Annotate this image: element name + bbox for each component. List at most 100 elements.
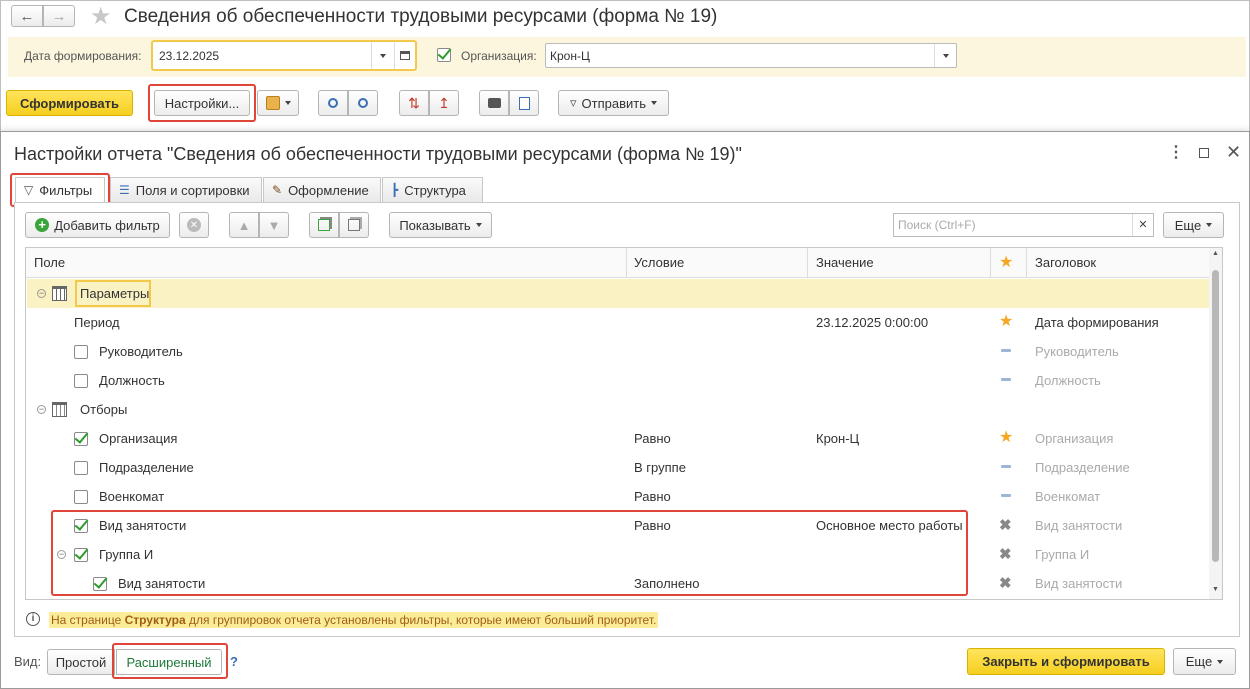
organization-dropdown-button[interactable]	[934, 44, 956, 67]
table-scrollbar[interactable]: ▲ ▼	[1209, 248, 1222, 599]
row-value: 23.12.2025 0:00:00	[816, 315, 929, 330]
add-circle-icon: +	[35, 218, 50, 232]
dash-icon[interactable]	[1001, 494, 1011, 497]
table-row[interactable]	[27, 482, 1209, 511]
organization-field[interactable]: Крон-Ц	[545, 43, 957, 68]
row-checkbox[interactable]	[74, 461, 88, 475]
structure-link[interactable]: Структура	[125, 613, 186, 627]
column-divider	[626, 248, 627, 278]
maximize-icon[interactable]	[1199, 148, 1209, 158]
column-field[interactable]: Поле	[34, 255, 65, 271]
forward-button[interactable]: →	[43, 5, 75, 27]
tab-fields-sorting[interactable]: ☰ Поля и сортировки	[110, 177, 262, 202]
scroll-down-icon[interactable]: ▼	[1212, 586, 1219, 593]
dash-icon[interactable]	[1001, 465, 1011, 468]
column-header[interactable]: Заголовок	[1035, 255, 1096, 271]
dash-icon[interactable]	[1001, 378, 1011, 381]
table-row[interactable]	[27, 424, 1209, 453]
star-icon[interactable]: ★	[999, 430, 1013, 446]
add-filter-button[interactable]: + Добавить фильтр	[25, 212, 170, 238]
table-row-filters-group[interactable]	[27, 395, 1209, 424]
window-title: Сведения об обеспеченности трудовыми рес…	[124, 6, 718, 27]
scrollbar-thumb[interactable]	[1212, 270, 1219, 562]
table-row[interactable]	[27, 453, 1209, 482]
scroll-up-icon[interactable]: ▲	[1212, 250, 1219, 257]
collapse-icon[interactable]: −	[37, 289, 46, 298]
show-button[interactable]: Показывать	[389, 212, 492, 238]
settings-button[interactable]: Настройки...	[154, 90, 250, 116]
close-and-generate-button[interactable]: Закрыть и сформировать	[967, 648, 1165, 675]
variants-button[interactable]	[257, 90, 299, 116]
close-icon[interactable]: ✕	[1226, 142, 1241, 162]
view-extended-button[interactable]: Расширенный	[116, 649, 222, 675]
uncheck-all-button[interactable]	[339, 212, 369, 238]
cross-icon[interactable]: ✖	[999, 547, 1012, 562]
help-icon[interactable]: ?	[230, 654, 238, 670]
collapse-icon[interactable]: −	[37, 405, 46, 414]
row-value: Крон-Ц	[816, 431, 860, 446]
favorite-star-icon[interactable]: ★	[90, 2, 112, 31]
send-icon: ▿	[570, 95, 577, 110]
preview-button[interactable]	[509, 90, 539, 116]
tab-structure-label: Структура	[404, 182, 466, 198]
search-field[interactable]: Поиск (Ctrl+F) ✕	[893, 213, 1154, 237]
generate-button[interactable]: Сформировать	[6, 90, 133, 116]
report-variants-icon	[265, 96, 280, 110]
back-button[interactable]: ←	[11, 5, 43, 27]
collapse-groups-button[interactable]: ↥	[429, 90, 459, 116]
row-checkbox[interactable]	[74, 432, 88, 446]
search-clear-icon[interactable]: ✕	[1132, 214, 1153, 236]
view-simple-button[interactable]: Простой	[47, 649, 115, 675]
table-row[interactable]	[27, 337, 1209, 366]
arrow-right-icon: →	[51, 7, 67, 25]
move-up-button[interactable]: ▲	[229, 212, 259, 238]
date-dropdown-button[interactable]	[371, 42, 393, 69]
tab-filters[interactable]: ▽ Фильтры	[15, 177, 105, 202]
column-value[interactable]: Значение	[816, 255, 874, 271]
find-button[interactable]	[318, 90, 348, 116]
parameters-icon	[52, 286, 67, 301]
send-button[interactable]: ▿ Отправить	[558, 90, 669, 116]
table-row-parameters[interactable]	[27, 279, 1209, 308]
star-icon[interactable]: ★	[999, 314, 1013, 330]
more-bottom-button[interactable]: Еще	[1173, 648, 1236, 675]
row-field: Руководитель	[99, 344, 183, 359]
expand-groups-button[interactable]: ⇅	[399, 90, 429, 116]
find-next-button[interactable]	[348, 90, 378, 116]
organization-value: Крон-Ц	[550, 49, 590, 63]
row-header: Руководитель	[1035, 344, 1119, 359]
cross-icon[interactable]: ✖	[999, 576, 1012, 591]
row-field: Военкомат	[99, 489, 165, 504]
info-message: На странице Структура для группировок от…	[49, 612, 659, 628]
row-checkbox[interactable]	[74, 345, 88, 359]
more-vertical-icon[interactable]: ⋮	[1168, 144, 1184, 162]
dash-icon[interactable]	[1001, 349, 1011, 352]
table-row[interactable]	[27, 308, 1209, 337]
tab-appearance[interactable]: ✎ Оформление	[263, 177, 381, 202]
column-star-icon[interactable]: ★	[999, 255, 1013, 271]
arrow-down-icon: ▼	[267, 217, 281, 233]
info-suffix: для группировок отчета установлены фильт…	[185, 613, 657, 627]
delete-icon: ✕	[187, 218, 201, 232]
filters-group-icon	[52, 402, 67, 417]
delete-button[interactable]: ✕	[179, 212, 209, 238]
brush-icon: ✎	[272, 183, 283, 197]
date-field[interactable]: 23.12.2025	[151, 40, 417, 71]
structure-icon: ┣	[391, 183, 399, 197]
tab-structure[interactable]: ┣ Структура	[382, 177, 483, 202]
row-field: Параметры	[80, 286, 150, 301]
print-button[interactable]	[479, 90, 509, 116]
more-button[interactable]: Еще	[1163, 212, 1224, 238]
calendar-icon[interactable]	[394, 42, 415, 69]
column-divider	[807, 248, 808, 278]
check-all-button[interactable]	[309, 212, 339, 238]
add-filter-label: Добавить фильтр	[54, 217, 160, 233]
arrow-left-icon: ←	[19, 7, 35, 25]
column-condition[interactable]: Условие	[634, 255, 684, 271]
organization-checkbox[interactable]	[437, 48, 451, 62]
row-checkbox[interactable]	[74, 490, 88, 504]
row-checkbox[interactable]	[74, 374, 88, 388]
move-down-button[interactable]: ▼	[259, 212, 289, 238]
cross-icon[interactable]: ✖	[999, 518, 1012, 533]
table-row[interactable]	[27, 366, 1209, 395]
